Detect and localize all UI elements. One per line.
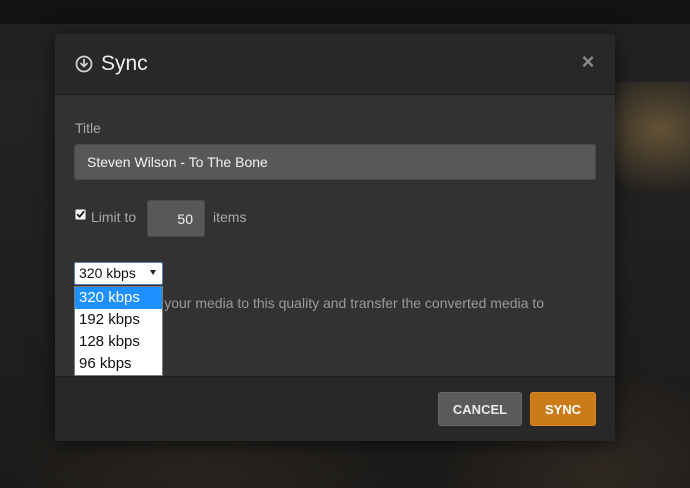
top-bar: [0, 0, 690, 24]
quality-option-192[interactable]: 192 kbps: [75, 309, 162, 331]
quality-selected-value: 320 kbps: [79, 265, 136, 281]
sync-download-icon: [75, 55, 93, 73]
dialog-title: Sync: [101, 52, 148, 75]
quality-dropdown-list: 320 kbps 192 kbps 128 kbps 96 kbps: [74, 286, 163, 376]
items-label: items: [213, 209, 247, 225]
close-icon[interactable]: ×: [579, 51, 597, 73]
limit-label: Limit to: [91, 209, 137, 225]
dialog-header: Sync ×: [55, 34, 615, 95]
sync-button[interactable]: SYNC: [530, 392, 596, 426]
quality-select[interactable]: 320 kbps: [74, 262, 163, 285]
limit-checkbox[interactable]: [75, 209, 86, 220]
quality-option-96[interactable]: 96 kbps: [75, 353, 162, 375]
sync-dialog: Sync × Title Limit to items ert your med…: [55, 34, 615, 441]
dialog-footer: CANCEL SYNC: [55, 376, 615, 441]
chevron-down-icon: [150, 270, 156, 275]
quality-option-320[interactable]: 320 kbps: [75, 287, 162, 309]
quality-option-128[interactable]: 128 kbps: [75, 331, 162, 353]
title-field-label: Title: [75, 120, 101, 136]
cancel-button[interactable]: CANCEL: [438, 392, 522, 426]
limit-count-input[interactable]: [147, 200, 205, 237]
title-input[interactable]: [74, 144, 596, 180]
